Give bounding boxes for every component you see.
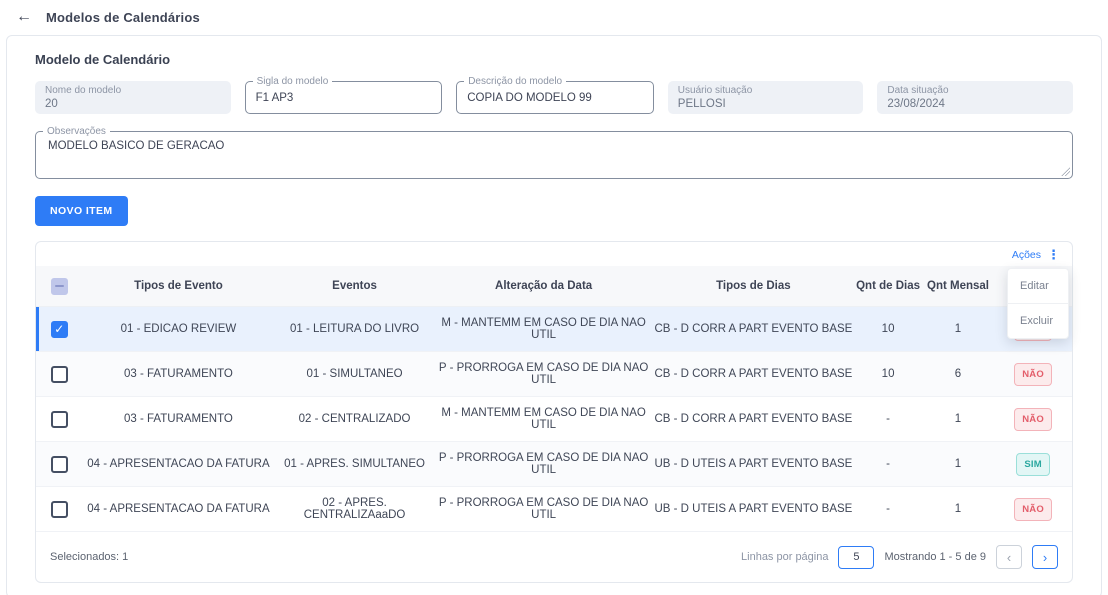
- cell-alteracao-da-data: P - PRORROGA EM CASO DE DIA NAO UTIL: [435, 497, 653, 521]
- cell-tipos-de-dias: CB - D CORR A PART EVENTO BASE: [652, 413, 854, 425]
- evento-padrao-badge: NÃO: [1014, 363, 1052, 386]
- cell-qnt-de-dias: -: [854, 413, 921, 425]
- col-qnt-mensal: Qnt Mensal: [922, 280, 995, 292]
- cell-eventos: 02 - APRES. CENTRALIZAaaDO: [274, 497, 435, 521]
- col-alteracao-da-data: Alteração da Data: [435, 280, 653, 292]
- descricao-do-modelo-field: Descrição do modelo: [456, 81, 654, 114]
- cell-alteracao-da-data: M - MANTEMM EM CASO DE DIA NAO UTIL: [435, 317, 653, 341]
- table-footer: Selecionados: 1 Linhas por página Mostra…: [36, 532, 1072, 582]
- pagination: Linhas por página Mostrando 1 - 5 de 9 ‹…: [741, 545, 1058, 569]
- form-fields-row: Nome do modelo 20 Sigla do modelo Descri…: [35, 81, 1073, 114]
- cell-tipos-de-evento: 04 - APRESENTACAO DA FATURA: [83, 503, 275, 515]
- modelo-calendario-card: Modelo de Calendário Nome do modelo 20 S…: [6, 35, 1102, 595]
- next-page-button[interactable]: ›: [1032, 545, 1058, 569]
- menu-item-editar[interactable]: Editar: [1008, 269, 1068, 303]
- data-situacao-label: Data situação: [887, 85, 1063, 97]
- nome-do-modelo-value: 20: [45, 97, 221, 112]
- cell-eventos: 01 - LEITURA DO LIVRO: [274, 323, 435, 335]
- sigla-do-modelo-input[interactable]: [256, 92, 432, 104]
- cell-qnt-mensal: 1: [922, 323, 995, 335]
- observacoes-field: Observações MODELO BASICO DE GERACAO: [35, 131, 1073, 179]
- nome-do-modelo-field: Nome do modelo 20: [35, 81, 231, 114]
- table-row[interactable]: 04 - APRESENTACAO DA FATURA 02 - APRES. …: [36, 487, 1072, 532]
- row-checkbox[interactable]: [51, 501, 68, 518]
- table-row[interactable]: 03 - FATURAMENTO 01 - SIMULTANEO P - PRO…: [36, 352, 1072, 397]
- cell-qnt-mensal: 6: [922, 368, 995, 380]
- cell-alteracao-da-data: M - MANTEMM EM CASO DE DIA NAO UTIL: [435, 407, 653, 431]
- cell-qnt-de-dias: -: [854, 503, 921, 515]
- nome-do-modelo-label: Nome do modelo: [45, 85, 221, 97]
- rows-per-page-label: Linhas por página: [741, 551, 828, 563]
- descricao-do-modelo-input[interactable]: [467, 92, 643, 104]
- menu-item-excluir[interactable]: Excluir: [1008, 303, 1068, 338]
- table-row[interactable]: 03 - FATURAMENTO 02 - CENTRALIZADO M - M…: [36, 397, 1072, 442]
- acoes-bar: Ações ⋮: [36, 242, 1072, 266]
- evento-padrao-badge: NÃO: [1014, 498, 1052, 521]
- back-arrow-icon[interactable]: ←: [16, 9, 32, 25]
- cell-tipos-de-evento: 01 - EDICAO REVIEW: [83, 323, 275, 335]
- data-situacao-value: 23/08/2024: [887, 97, 1063, 112]
- novo-item-button[interactable]: NOVO ITEM: [35, 196, 128, 226]
- table-header-row: Tipos de Evento Eventos Alteração da Dat…: [36, 266, 1072, 307]
- usuario-situacao-field: Usuário situação PELLOSI: [668, 81, 864, 114]
- cell-alteracao-da-data: P - PRORROGA EM CASO DE DIA NAO UTIL: [435, 362, 653, 386]
- cell-eventos: 01 - APRES. SIMULTANEO: [274, 458, 435, 470]
- cell-tipos-de-evento: 03 - FATURAMENTO: [83, 368, 275, 380]
- evento-padrao-badge: NÃO: [1014, 408, 1052, 431]
- section-title: Modelo de Calendário: [35, 52, 1073, 67]
- sigla-do-modelo-label: Sigla do modelo: [253, 76, 333, 87]
- observacoes-textarea[interactable]: MODELO BASICO DE GERACAO: [36, 132, 1072, 178]
- data-situacao-field: Data situação 23/08/2024: [877, 81, 1073, 114]
- cell-tipos-de-evento: 03 - FATURAMENTO: [83, 413, 275, 425]
- col-tipos-de-evento: Tipos de Evento: [83, 280, 275, 292]
- cell-tipos-de-dias: UB - D UTEIS A PART EVENTO BASE: [652, 458, 854, 470]
- usuario-situacao-value: PELLOSI: [678, 97, 854, 112]
- row-checkbox[interactable]: [51, 366, 68, 383]
- row-checkbox[interactable]: [51, 411, 68, 428]
- acoes-link[interactable]: Ações: [1012, 249, 1041, 261]
- table-row[interactable]: ✓ 01 - EDICAO REVIEW 01 - LEITURA DO LIV…: [36, 307, 1072, 352]
- row-checkbox[interactable]: ✓: [51, 321, 68, 338]
- descricao-do-modelo-label: Descrição do modelo: [464, 76, 566, 87]
- col-tipos-de-dias: Tipos de Dias: [652, 280, 854, 292]
- sigla-do-modelo-field: Sigla do modelo: [245, 81, 443, 114]
- kebab-menu-icon[interactable]: ⋮: [1047, 250, 1060, 260]
- prev-page-button[interactable]: ‹: [996, 545, 1022, 569]
- cell-tipos-de-dias: CB - D CORR A PART EVENTO BASE: [652, 323, 854, 335]
- col-qnt-de-dias: Qnt de Dias: [854, 280, 921, 292]
- acoes-dropdown-menu: Editar Excluir: [1007, 268, 1069, 339]
- rows-per-page-input[interactable]: [838, 546, 874, 569]
- cell-qnt-de-dias: -: [854, 458, 921, 470]
- table-row[interactable]: 04 - APRESENTACAO DA FATURA 01 - APRES. …: [36, 442, 1072, 487]
- col-eventos: Eventos: [274, 280, 435, 292]
- cell-qnt-mensal: 1: [922, 503, 995, 515]
- cell-eventos: 02 - CENTRALIZADO: [274, 413, 435, 425]
- cell-tipos-de-dias: UB - D UTEIS A PART EVENTO BASE: [652, 503, 854, 515]
- cell-qnt-mensal: 1: [922, 458, 995, 470]
- selected-count: Selecionados: 1: [50, 551, 128, 563]
- usuario-situacao-label: Usuário situação: [678, 85, 854, 97]
- cell-tipos-de-evento: 04 - APRESENTACAO DA FATURA: [83, 458, 275, 470]
- select-all-checkbox[interactable]: [51, 278, 68, 295]
- cell-qnt-de-dias: 10: [854, 368, 921, 380]
- cell-tipos-de-dias: CB - D CORR A PART EVENTO BASE: [652, 368, 854, 380]
- cell-qnt-mensal: 1: [922, 413, 995, 425]
- items-table: Ações ⋮ Editar Excluir Tipos de Evento E…: [35, 241, 1073, 583]
- evento-padrao-badge: SIM: [1016, 453, 1050, 476]
- cell-eventos: 01 - SIMULTANEO: [274, 368, 435, 380]
- row-checkbox[interactable]: [51, 456, 68, 473]
- resize-grip-icon[interactable]: [1061, 167, 1070, 176]
- showing-range-label: Mostrando 1 - 5 de 9: [884, 551, 986, 563]
- cell-qnt-de-dias: 10: [854, 323, 921, 335]
- top-header: ← Modelos de Calendários: [0, 0, 1108, 32]
- page-title: Modelos de Calendários: [46, 10, 200, 25]
- observacoes-label: Observações: [43, 126, 110, 137]
- cell-alteracao-da-data: P - PRORROGA EM CASO DE DIA NAO UTIL: [435, 452, 653, 476]
